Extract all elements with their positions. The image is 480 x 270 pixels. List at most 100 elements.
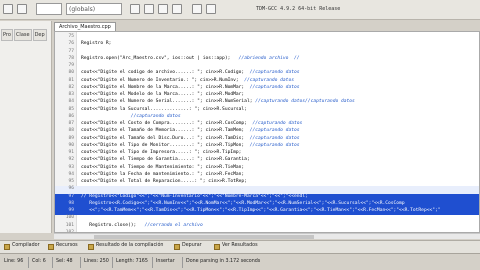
line-number: 93 [68, 164, 74, 170]
line-number: 100 [65, 215, 74, 221]
globals-combo[interactable]: (globals) [66, 3, 122, 15]
line-number: 76 [68, 41, 74, 47]
code-comment: //capturando datos [249, 70, 300, 76]
line-number: 84 [68, 99, 74, 105]
line-number: 86 [68, 113, 74, 119]
tab-compiler[interactable]: Compilador [4, 243, 40, 252]
code-line[interactable]: 100 [55, 215, 479, 222]
tab-debug[interactable]: Dep [32, 29, 47, 41]
tab-resources[interactable]: Recursos [48, 243, 78, 252]
line-number: 90 [68, 142, 74, 148]
code-line[interactable]: 77 [55, 49, 479, 56]
line-number: 99 [68, 208, 74, 213]
tab-classes[interactable]: Clase [13, 29, 32, 41]
line-number: 94 [68, 171, 74, 177]
line-text: <<";"<<R.TamMem<<";"<<R.TamDis<<";"<<R.T… [81, 208, 441, 213]
tab-find-results-label: Ver Resultados [222, 243, 258, 248]
tab-compiler-label: Compilador [12, 243, 40, 248]
code-line[interactable]: 88 cout<<"Digite el Tamaño de Memoria....… [55, 128, 479, 135]
line-number: 96 [68, 186, 74, 192]
code-line[interactable]: 92 cout<<"Digite el Tiempo de Garantia...… [55, 157, 479, 164]
code-line[interactable]: 82 cout<<"Digite el Nombre de la Marca...… [55, 84, 479, 92]
code-line[interactable]: 96 [55, 186, 479, 194]
status-length: Length: 7165 [116, 259, 148, 264]
line-text: cout<<"Digite el Numero de Inventario.: … [81, 77, 294, 83]
line-text: Registro.open("Arc_Maestro.csv", ios::ou… [81, 55, 300, 61]
stop-icon[interactable] [206, 4, 216, 14]
tab-project[interactable]: Pro [1, 29, 13, 41]
line-number: 82 [68, 84, 74, 90]
project-panel: Pro Clase Dep [0, 21, 52, 233]
compiler-selector[interactable]: TDM-GCC 4.9.2 64-bit Release [256, 6, 340, 12]
line-number: 88 [68, 128, 74, 134]
code-comment: //capturando datos [252, 121, 303, 126]
find-results-icon [214, 244, 220, 250]
status-lines: Lines: 250 [84, 259, 109, 264]
open-file-icon[interactable] [17, 4, 27, 14]
line-number: 79 [68, 63, 74, 68]
status-sel: Sel: 48 [56, 259, 73, 264]
status-separator [182, 257, 183, 268]
code-line[interactable]: 99 <<";"<<R.TamMem<<";"<<R.TamDis<<";"<<… [55, 208, 479, 216]
code-line[interactable]: 78 Registro.open("Arc_Maestro.csv", ios::… [55, 55, 479, 63]
code-line[interactable]: 95 cout<<"Digite el Total de Reparacion..… [55, 179, 479, 186]
tab-compile-log[interactable]: Resultado de la compilación [88, 243, 163, 252]
line-text: cout<<"Digite el codigo de archivo......… [81, 70, 300, 76]
status-line: Line: 96 [4, 259, 24, 264]
code-line[interactable]: 80 cout<<"Digite el codigo de archivo....… [55, 70, 479, 77]
code-line[interactable]: 98 Registro<<R.Codigo<<";"<<R.NumInv<<";… [55, 200, 479, 208]
file-tab[interactable]: Archivo_Maestro.cpp [54, 22, 116, 31]
line-text: Registro R; [81, 41, 112, 47]
line-text: cout<<"Digite el Tiempo de Mantenimiento… [81, 164, 245, 170]
tab-find-results[interactable]: Ver Resultados [214, 243, 258, 252]
code-line[interactable]: 84 cout<<"Digite el Numero de Serial.....… [55, 99, 479, 106]
line-text: cout<<"Digite el Tipo de Monitor........… [81, 142, 300, 148]
code-line[interactable]: 94 cout<<"Digite la Fecha de mantenimient… [55, 171, 479, 179]
code-comment: //capturando datos [249, 135, 300, 141]
tab-resources-label: Recursos [56, 243, 78, 248]
status-parse: Done parsing in 3.172 seconds [186, 259, 261, 264]
run-icon[interactable] [144, 4, 154, 14]
compile-run-icon[interactable] [158, 4, 168, 14]
code-comment: //capturando datos [249, 84, 300, 90]
scrollbar-thumb[interactable] [94, 235, 314, 239]
line-number: 75 [68, 34, 74, 39]
line-text: //capturando datos [81, 114, 181, 119]
line-text: Registro.close(); //cerrando el archivo [81, 222, 203, 228]
debug-panel-icon [174, 244, 180, 250]
code-comment: //abriendo archivo // [238, 55, 300, 61]
code-comment: //capturando datos [244, 77, 294, 83]
line-text: cout<<"Digite la Sucursal..............:… [81, 106, 247, 112]
status-separator [112, 257, 113, 268]
code-line[interactable]: 76 Registro R; [55, 41, 479, 48]
resources-icon [48, 244, 54, 250]
code-line[interactable]: 75 [55, 34, 479, 41]
code-line[interactable]: 89 cout<<"Digite el Tamaño del Disc.Duro.… [55, 135, 479, 143]
code-editor[interactable]: 75 76 Registro R; 77 78 Registro.open("Arc_Ma… [54, 31, 480, 233]
code-line[interactable]: 97 // Registro<<"Codigo"<<";"<<"Num-Inven… [55, 193, 479, 201]
code-line[interactable]: 81 cout<<"Digite el Numero de Inventario.… [55, 77, 479, 85]
new-file-icon[interactable] [3, 4, 13, 14]
code-line[interactable]: 93 cout<<"Digite el Tiempo de Mantenimien… [55, 164, 479, 172]
code-comment: //cerrando el archivo [144, 222, 203, 228]
status-separator [28, 257, 29, 268]
rebuild-icon[interactable] [172, 4, 182, 14]
line-number: 89 [68, 135, 74, 141]
project-combo[interactable] [36, 3, 62, 15]
tab-debug-panel[interactable]: Depurar [174, 243, 202, 252]
code-line[interactable]: 90 cout<<"Digite el Tipo de Monitor......… [55, 142, 479, 150]
line-number: 91 [68, 150, 74, 155]
line-number: 92 [68, 157, 74, 163]
line-text: cout<<"Digite el Tamaño del Disc.Duro...… [81, 135, 300, 141]
compile-icon[interactable] [130, 4, 140, 14]
debug-icon[interactable] [192, 4, 202, 14]
code-line[interactable]: 85 cout<<"Digite la Sucursal.............… [55, 106, 479, 114]
line-number: 98 [68, 200, 74, 206]
bottom-panel-tabs: Compilador Recursos Resultado de la comp… [0, 240, 480, 253]
line-number: 78 [68, 55, 74, 61]
status-separator [152, 257, 153, 268]
horizontal-scrollbar[interactable] [54, 233, 480, 239]
code-line[interactable]: 101 Registro.close(); //cerrando el arch… [55, 222, 479, 230]
code-line[interactable]: 86 //capturando datos [55, 113, 479, 121]
tab-compile-log-label: Resultado de la compilación [96, 243, 164, 248]
